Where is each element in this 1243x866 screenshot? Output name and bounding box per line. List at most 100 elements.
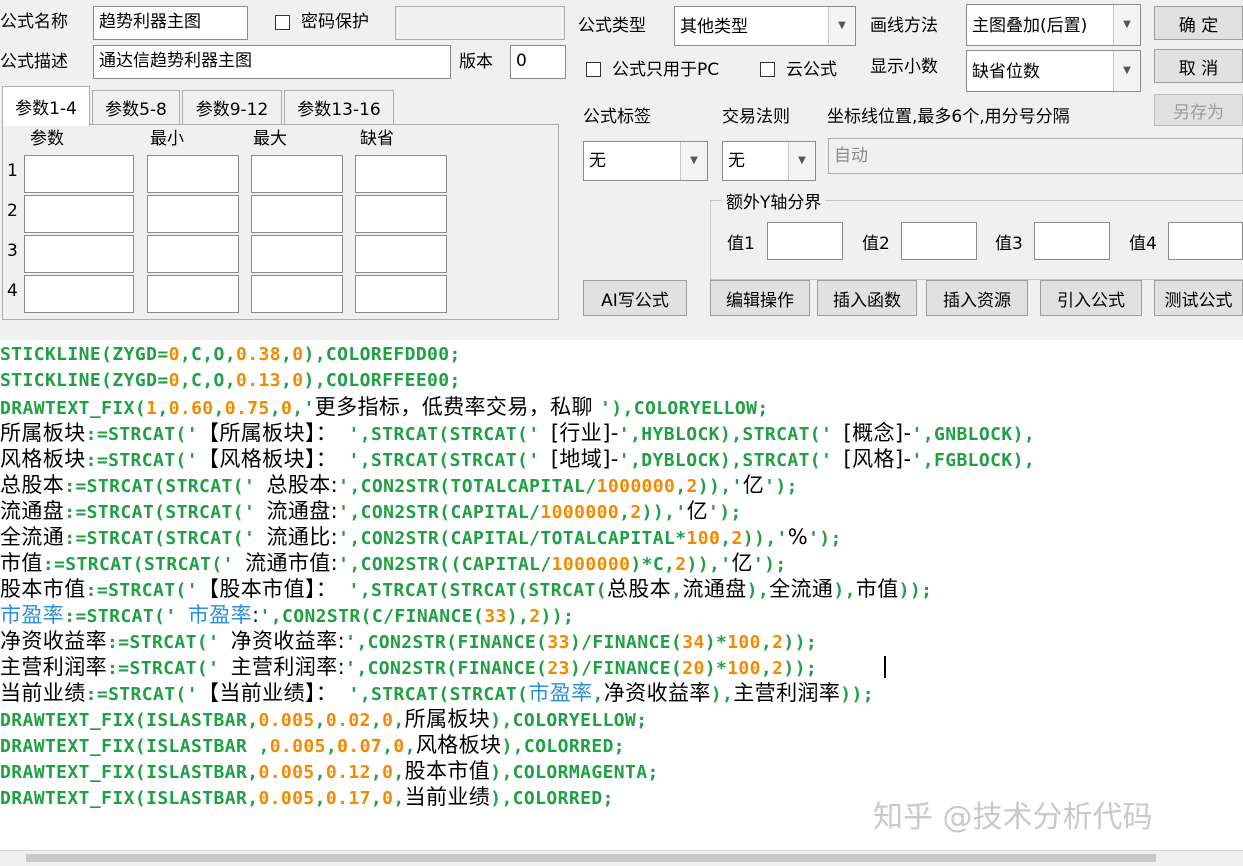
tab-params-13-16[interactable]: 参数13-16 bbox=[284, 90, 394, 124]
code-token: 0 bbox=[382, 788, 394, 809]
insert-function-button[interactable]: 插入函数 bbox=[817, 280, 917, 316]
code-token: )); bbox=[783, 632, 818, 653]
code-token: ',CON2STR(FINANCE( bbox=[345, 658, 548, 679]
param-default-input[interactable] bbox=[355, 195, 447, 233]
trade-rule-select[interactable]: 无 ▼ bbox=[722, 141, 816, 181]
code-editor[interactable]: STICKLINE(ZYGD=0,C,O,0.38,0),COLOREFDD00… bbox=[0, 340, 1243, 850]
decimals-select[interactable]: 缺省位数 ▼ bbox=[966, 50, 1141, 92]
param-max-input[interactable] bbox=[251, 195, 343, 233]
code-token: 股本市值 bbox=[404, 759, 491, 783]
code-token: ',STRCAT(STRCAT(' bbox=[337, 450, 551, 471]
chevron-down-icon[interactable]: ▼ bbox=[788, 142, 815, 180]
code-token: 0 bbox=[292, 370, 304, 391]
param-default-input[interactable] bbox=[355, 235, 447, 273]
code-token: 0.60 bbox=[168, 398, 214, 419]
code-token: ,' bbox=[765, 528, 788, 549]
code-token: 总股本 bbox=[0, 473, 65, 497]
param-name-input[interactable] bbox=[24, 275, 134, 313]
code-token: :=STRCAT(' bbox=[107, 658, 231, 679]
extra-y-value3-input[interactable] bbox=[1034, 222, 1110, 260]
code-token: 0 bbox=[168, 370, 180, 391]
code-token: , bbox=[314, 710, 326, 731]
password-input[interactable] bbox=[395, 6, 565, 40]
param-min-input[interactable] bbox=[147, 195, 239, 233]
chevron-down-icon[interactable]: ▼ bbox=[680, 142, 707, 180]
chevron-down-icon[interactable]: ▼ bbox=[1113, 5, 1140, 45]
param-default-input[interactable] bbox=[355, 155, 447, 193]
param-name-input[interactable] bbox=[24, 155, 134, 193]
code-token: 流通盘 bbox=[682, 577, 747, 601]
code-token: 0.13 bbox=[236, 370, 281, 391]
col-header-default: 缺省 bbox=[360, 129, 394, 149]
code-token: , bbox=[370, 710, 383, 731]
param-max-input[interactable] bbox=[251, 275, 343, 313]
insert-resource-button[interactable]: 插入资源 bbox=[926, 280, 1028, 316]
code-token: 主营利润率 bbox=[733, 681, 841, 705]
import-formula-button[interactable]: 引入公式 bbox=[1040, 280, 1142, 316]
extra-y-value3-label: 值3 bbox=[995, 234, 1023, 254]
code-token: STICKLINE(ZYGD= bbox=[0, 370, 169, 391]
code-token: )); bbox=[783, 658, 818, 679]
code-line: DRAWTEXT_FIX(ISLASTBAR,0.005,0.12,0,股本市值… bbox=[0, 758, 659, 784]
code-line: 股本市值:=STRCAT('【股本市值】： ',STRCAT(STRCAT(ST… bbox=[0, 576, 932, 602]
scrollbar-thumb[interactable] bbox=[26, 854, 1156, 862]
save-as-button[interactable]: 另存为 bbox=[1154, 94, 1243, 126]
axis-position-label: 坐标线位置,最多6个,用分号分隔 bbox=[827, 107, 1070, 127]
draw-method-select[interactable]: 主图叠加(后置) ▼ bbox=[966, 4, 1141, 46]
code-token: )* bbox=[704, 632, 728, 653]
code-token: :=STRCAT(STRCAT(' bbox=[42, 554, 246, 575]
cancel-button[interactable]: 取 消 bbox=[1154, 49, 1243, 83]
code-token: 2 bbox=[772, 658, 784, 679]
version-input[interactable]: 0 bbox=[510, 45, 566, 79]
formula-tag-select[interactable]: 无 ▼ bbox=[583, 141, 708, 181]
code-token: ',STRCAT(STRCAT(STRCAT( bbox=[337, 580, 607, 601]
param-min-input[interactable] bbox=[147, 235, 239, 273]
code-token: , bbox=[314, 788, 326, 809]
pc-only-checkbox[interactable] bbox=[586, 62, 601, 77]
param-max-input[interactable] bbox=[251, 155, 343, 193]
code-token: ',STRCAT(STRCAT(' bbox=[337, 424, 551, 445]
tab-params-5-8[interactable]: 参数5-8 bbox=[92, 90, 180, 124]
test-formula-button[interactable]: 测试公式 bbox=[1154, 280, 1243, 316]
code-token: , bbox=[269, 398, 281, 419]
code-token: 0 bbox=[393, 736, 405, 757]
cloud-checkbox[interactable] bbox=[760, 62, 775, 77]
extra-y-value4-label: 值4 bbox=[1129, 234, 1157, 254]
ok-button[interactable]: 确 定 bbox=[1154, 6, 1243, 40]
horizontal-scrollbar[interactable] bbox=[0, 850, 1243, 866]
code-line: DRAWTEXT_FIX(ISLASTBAR ,0.005,0.07,0,风格板… bbox=[0, 732, 625, 758]
param-min-input[interactable] bbox=[147, 155, 239, 193]
row-number: 2 bbox=[7, 201, 18, 221]
extra-y-value2-input[interactable] bbox=[901, 222, 977, 260]
axis-position-input[interactable]: 自动 bbox=[828, 138, 1243, 174]
code-token: ,' bbox=[292, 398, 315, 419]
edit-operations-button[interactable]: 编辑操作 bbox=[710, 280, 810, 316]
draw-method-value: 主图叠加(后置) bbox=[972, 16, 1088, 36]
code-token: , bbox=[393, 762, 405, 783]
extra-y-value1-input[interactable] bbox=[767, 222, 843, 260]
chevron-down-icon[interactable]: ▼ bbox=[828, 7, 855, 45]
extra-y-value4-input[interactable] bbox=[1168, 222, 1243, 260]
param-name-input[interactable] bbox=[24, 235, 134, 273]
code-token: )); bbox=[840, 684, 874, 705]
code-token: 0 bbox=[382, 762, 394, 783]
code-token: 当前业绩 bbox=[0, 681, 86, 705]
text-caret bbox=[884, 656, 886, 678]
password-checkbox[interactable] bbox=[275, 15, 290, 30]
code-line: STICKLINE(ZYGD=0,C,O,0.13,0),COLORFFEE00… bbox=[0, 368, 461, 394]
code-token: 100 bbox=[727, 658, 761, 679]
code-token: 0 bbox=[281, 398, 293, 419]
code-token: '); bbox=[752, 554, 787, 575]
code-token: 2 bbox=[630, 502, 642, 523]
tab-params-1-4[interactable]: 参数1-4 bbox=[2, 86, 90, 126]
chevron-down-icon[interactable]: ▼ bbox=[1113, 51, 1140, 91]
param-default-input[interactable] bbox=[355, 275, 447, 313]
param-name-input[interactable] bbox=[24, 195, 134, 233]
formula-name-input[interactable]: 趋势利器主图 bbox=[93, 6, 248, 40]
tab-params-9-12[interactable]: 参数9-12 bbox=[182, 90, 282, 124]
param-min-input[interactable] bbox=[147, 275, 239, 313]
formula-type-select[interactable]: 其他类型 ▼ bbox=[674, 6, 856, 46]
formula-desc-input[interactable]: 通达信趋势利器主图 bbox=[93, 45, 451, 79]
param-max-input[interactable] bbox=[251, 235, 343, 273]
ai-write-button[interactable]: AI写公式 bbox=[583, 280, 687, 316]
